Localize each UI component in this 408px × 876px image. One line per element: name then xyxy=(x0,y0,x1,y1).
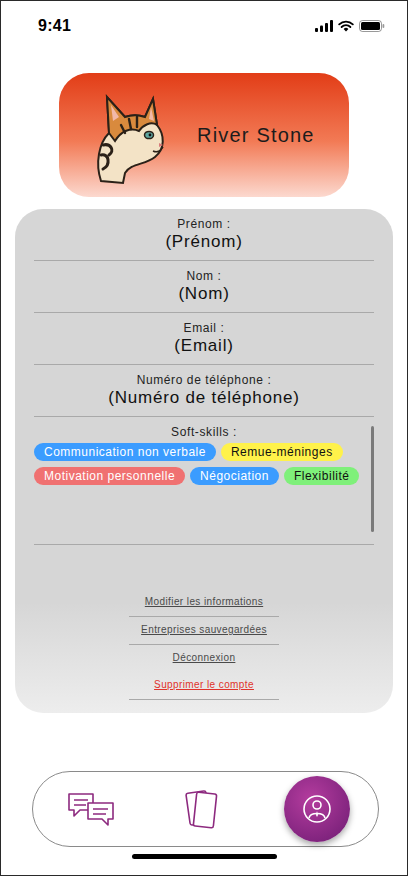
profile-tab[interactable] xyxy=(284,776,350,842)
bottom-nav xyxy=(32,771,379,847)
field-value: (Prénom) xyxy=(165,232,242,252)
profile-header: River Stone xyxy=(59,73,349,197)
wifi-icon xyxy=(338,20,354,32)
field-value: (Email) xyxy=(174,336,233,356)
home-indicator xyxy=(132,854,277,859)
soft-skills-label: Soft-skills : xyxy=(171,424,237,440)
account-link-row: Entreprises sauvegardées xyxy=(129,617,279,645)
account-link-row: Déconnexion xyxy=(129,645,279,672)
delete-account-link[interactable]: Supprimer le compte xyxy=(154,678,254,692)
info-field: Prénom :(Prénom) xyxy=(34,209,374,261)
cat-avatar-icon xyxy=(91,85,171,185)
messages-tab[interactable] xyxy=(63,781,119,837)
skill-tag: Motivation personnelle xyxy=(34,467,185,485)
soft-skills-list: Communication non verbale Remue-méninges M… xyxy=(34,443,374,485)
info-field: Numéro de téléphone :(Numéro de téléphon… xyxy=(34,365,374,417)
account-link[interactable]: Entreprises sauvegardées xyxy=(141,623,267,637)
signal-icon xyxy=(315,20,333,32)
cards-tab[interactable] xyxy=(174,781,230,837)
battery-icon xyxy=(359,20,385,32)
field-value: (Numéro de téléphone) xyxy=(108,388,300,408)
field-label: Email : xyxy=(184,320,225,336)
account-links: Modifier les informations Entreprises sau… xyxy=(34,589,374,700)
skill-tag: Remue-méninges xyxy=(221,443,343,461)
account-link-row: Modifier les informations xyxy=(129,589,279,617)
status-icons xyxy=(315,20,385,32)
account-link-row: Supprimer le compte xyxy=(129,672,279,700)
skill-tag: Négociation xyxy=(190,467,279,485)
field-label: Numéro de téléphone : xyxy=(137,372,272,388)
info-field: Nom :(Nom) xyxy=(34,261,374,313)
skill-tag: Communication non verbale xyxy=(34,443,216,461)
field-label: Prénom : xyxy=(177,216,231,232)
profile-icon xyxy=(302,794,332,824)
clock: 9:41 xyxy=(38,14,71,38)
info-panel: Prénom :(Prénom)Nom :(Nom)Email :(Email)… xyxy=(15,209,393,713)
scrollbar[interactable] xyxy=(371,426,374,532)
field-label: Nom : xyxy=(186,268,221,284)
profile-name: River Stone xyxy=(197,120,315,150)
account-link[interactable]: Modifier les informations xyxy=(145,595,263,609)
info-field: Email :(Email) xyxy=(34,313,374,365)
account-link[interactable]: Déconnexion xyxy=(173,651,236,665)
soft-skills-section: Soft-skills : Communication non verbale Re… xyxy=(34,417,374,545)
skill-tag: Flexibilité xyxy=(284,467,360,485)
field-value: (Nom) xyxy=(178,284,229,304)
chat-icon xyxy=(66,791,116,827)
cards-icon xyxy=(185,786,219,832)
status-bar: 9:41 xyxy=(1,1,407,45)
